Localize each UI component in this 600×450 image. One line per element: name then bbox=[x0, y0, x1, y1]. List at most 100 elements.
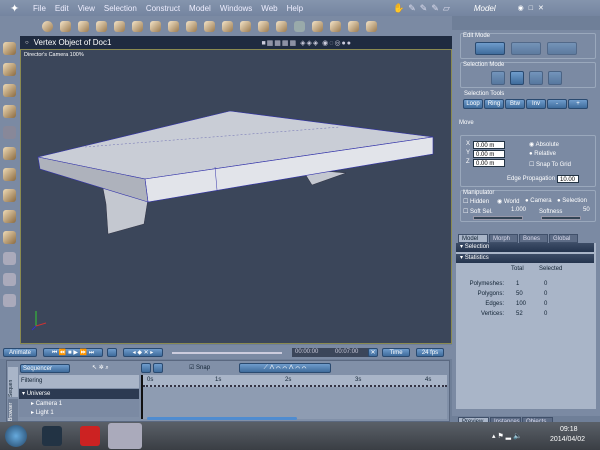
tray-icons[interactable]: ▴ ⚑ ▂ 🔈 bbox=[492, 432, 522, 440]
shrink-button[interactable]: - bbox=[547, 99, 567, 109]
cube-view-icon[interactable] bbox=[3, 231, 16, 244]
time-scrubber[interactable] bbox=[172, 352, 282, 354]
bevel-tool-icon[interactable] bbox=[132, 20, 143, 32]
split-button[interactable] bbox=[153, 363, 163, 373]
select-vertex-button[interactable] bbox=[510, 71, 524, 85]
room-icons[interactable]: ✋✎✎✎▱ bbox=[393, 3, 454, 14]
bridge-tool-icon[interactable] bbox=[168, 20, 179, 32]
scale-tool-icon[interactable] bbox=[3, 105, 16, 118]
brush-tool-icon[interactable] bbox=[3, 126, 16, 139]
cube-tool-icon[interactable] bbox=[240, 20, 251, 32]
snap-to-grid-checkbox[interactable]: ☐ Snap To Grid bbox=[529, 161, 571, 168]
selection-radio[interactable]: ● Selection bbox=[557, 198, 587, 204]
world-radio[interactable]: ◉ World bbox=[497, 198, 519, 205]
grow-button[interactable]: + bbox=[568, 99, 588, 109]
view-layout-buttons[interactable]: ■▦▦▦▦ ◈◈◈ ◉◌◎●● bbox=[261, 39, 352, 47]
spline-tool-icon[interactable] bbox=[60, 20, 71, 32]
sequencer-mode-select[interactable]: Sequencer bbox=[20, 364, 70, 373]
twist-tool-icon[interactable] bbox=[330, 20, 341, 32]
softness-slider[interactable] bbox=[541, 216, 581, 220]
move-z-field[interactable]: 0.00 m bbox=[473, 159, 505, 167]
bend-tool-icon[interactable] bbox=[366, 20, 377, 32]
soft-sel-checkbox[interactable]: ☐ Soft Sel. bbox=[463, 208, 493, 215]
arrow-tool-icon[interactable] bbox=[3, 42, 16, 55]
extrude-tool-icon[interactable] bbox=[114, 20, 125, 32]
keyframe-controls[interactable]: ◂ ◆ ✕ ▸ bbox=[123, 348, 163, 357]
select-polygon-button[interactable] bbox=[491, 71, 505, 85]
shelf-model[interactable] bbox=[20, 49, 452, 344]
frame-tool-icon[interactable] bbox=[222, 20, 233, 32]
timeline-ruler[interactable] bbox=[143, 375, 447, 387]
menu-file[interactable]: File bbox=[33, 4, 46, 13]
time-start-field[interactable]: 00:00:00 bbox=[292, 348, 334, 357]
close-anim-icon[interactable]: ✕ bbox=[368, 348, 378, 357]
sculpt-mode-button[interactable] bbox=[547, 42, 577, 55]
select-icon[interactable]: ↖ ✲ ⌕ bbox=[92, 364, 109, 372]
universe-row[interactable]: ▾ Universe bbox=[19, 389, 139, 399]
soft-sel-slider[interactable] bbox=[473, 216, 523, 220]
side-tab-sequencer[interactable]: Sequen bbox=[8, 367, 18, 397]
menu-web[interactable]: Web bbox=[261, 4, 277, 13]
clock-time[interactable]: 09:18 bbox=[560, 426, 578, 433]
loop-button[interactable]: Loop bbox=[463, 99, 483, 109]
timeline-scrollbar[interactable] bbox=[147, 417, 297, 420]
deform-tool-icon[interactable] bbox=[312, 20, 323, 32]
invert-button[interactable]: Inv bbox=[526, 99, 546, 109]
statistics-section-header[interactable]: ▾ Statistics bbox=[456, 254, 594, 263]
selection-section-header[interactable]: ▾ Selection bbox=[456, 243, 594, 252]
playback-controls[interactable]: ⏮ ⏪ ■ ▶ ⏩ ⏭ bbox=[43, 348, 103, 357]
select-edge-button[interactable] bbox=[529, 71, 543, 85]
lathe-tool-icon[interactable] bbox=[186, 20, 197, 32]
camera-row[interactable]: ▸ Camera 1 bbox=[19, 399, 139, 408]
shape-mode-button[interactable] bbox=[511, 42, 541, 55]
move-z-icon[interactable] bbox=[3, 189, 16, 202]
taskbar-app-1[interactable] bbox=[42, 426, 62, 446]
hidden-checkbox[interactable]: ☐ Hidden bbox=[463, 198, 489, 205]
menu-construct[interactable]: Construct bbox=[146, 4, 180, 13]
rotate-tool-icon[interactable] bbox=[3, 84, 16, 97]
time-mode-select[interactable]: Time bbox=[382, 348, 410, 357]
bag-tool-icon[interactable] bbox=[258, 20, 269, 32]
start-button[interactable] bbox=[5, 425, 27, 447]
move-x-icon[interactable] bbox=[3, 147, 16, 160]
sphere-tool-icon[interactable] bbox=[42, 20, 53, 32]
absolute-radio[interactable]: ◉ Absolute bbox=[529, 141, 559, 148]
menu-help[interactable]: Help bbox=[287, 4, 303, 13]
subdivide-tool-icon[interactable] bbox=[348, 20, 359, 32]
fit-button[interactable] bbox=[141, 363, 151, 373]
tab-model[interactable]: Model bbox=[458, 234, 488, 243]
3d-viewport[interactable]: Director's Camera 100% bbox=[20, 49, 452, 344]
snap-checkbox[interactable]: ☑ Snap bbox=[189, 364, 210, 371]
menu-edit[interactable]: Edit bbox=[55, 4, 69, 13]
loop-button-anim[interactable] bbox=[107, 348, 117, 357]
vertex-mode-button[interactable] bbox=[475, 42, 505, 55]
zoom-icon[interactable] bbox=[3, 294, 16, 307]
taskbar-carrara[interactable] bbox=[108, 423, 142, 449]
scissors-tool-icon[interactable] bbox=[96, 20, 107, 32]
side-tab-browser[interactable]: Browser bbox=[8, 399, 18, 421]
tab-bones[interactable]: Bones bbox=[519, 234, 548, 243]
move-tool-icon[interactable] bbox=[3, 63, 16, 76]
relative-radio[interactable]: ● Relative bbox=[529, 151, 556, 157]
edge-propagation-field[interactable]: 10.00 bbox=[557, 175, 579, 183]
tab-morph[interactable]: Morph bbox=[489, 234, 518, 243]
taskbar-acrobat[interactable] bbox=[80, 426, 100, 446]
window-controls[interactable]: ◉□✕ bbox=[518, 4, 549, 12]
menu-model[interactable]: Model bbox=[189, 4, 211, 13]
shell-tool-icon[interactable] bbox=[276, 20, 287, 32]
light-row[interactable]: ▸ Light 1 bbox=[19, 408, 139, 417]
select-face-button[interactable] bbox=[548, 71, 562, 85]
line-tool-icon[interactable] bbox=[294, 20, 305, 32]
menu-windows[interactable]: Windows bbox=[220, 4, 252, 13]
app-logo[interactable]: ✦ bbox=[10, 2, 24, 15]
dolly-icon[interactable] bbox=[3, 210, 16, 223]
clock-date[interactable]: 2014/04/02 bbox=[550, 436, 585, 443]
cup-tool-icon[interactable] bbox=[204, 20, 215, 32]
camera-radio[interactable]: ● Camera bbox=[525, 198, 552, 204]
menu-selection[interactable]: Selection bbox=[104, 4, 137, 13]
menu-view[interactable]: View bbox=[78, 4, 95, 13]
move-y-field[interactable]: 0.00 m bbox=[473, 150, 505, 158]
camera-icon[interactable] bbox=[3, 252, 16, 265]
tab-global[interactable]: Global bbox=[549, 234, 578, 243]
tween-buttons[interactable]: ⟋ ⋀ ⌒ ⌒ ⋀ ⌒ ⌒ bbox=[239, 363, 331, 373]
